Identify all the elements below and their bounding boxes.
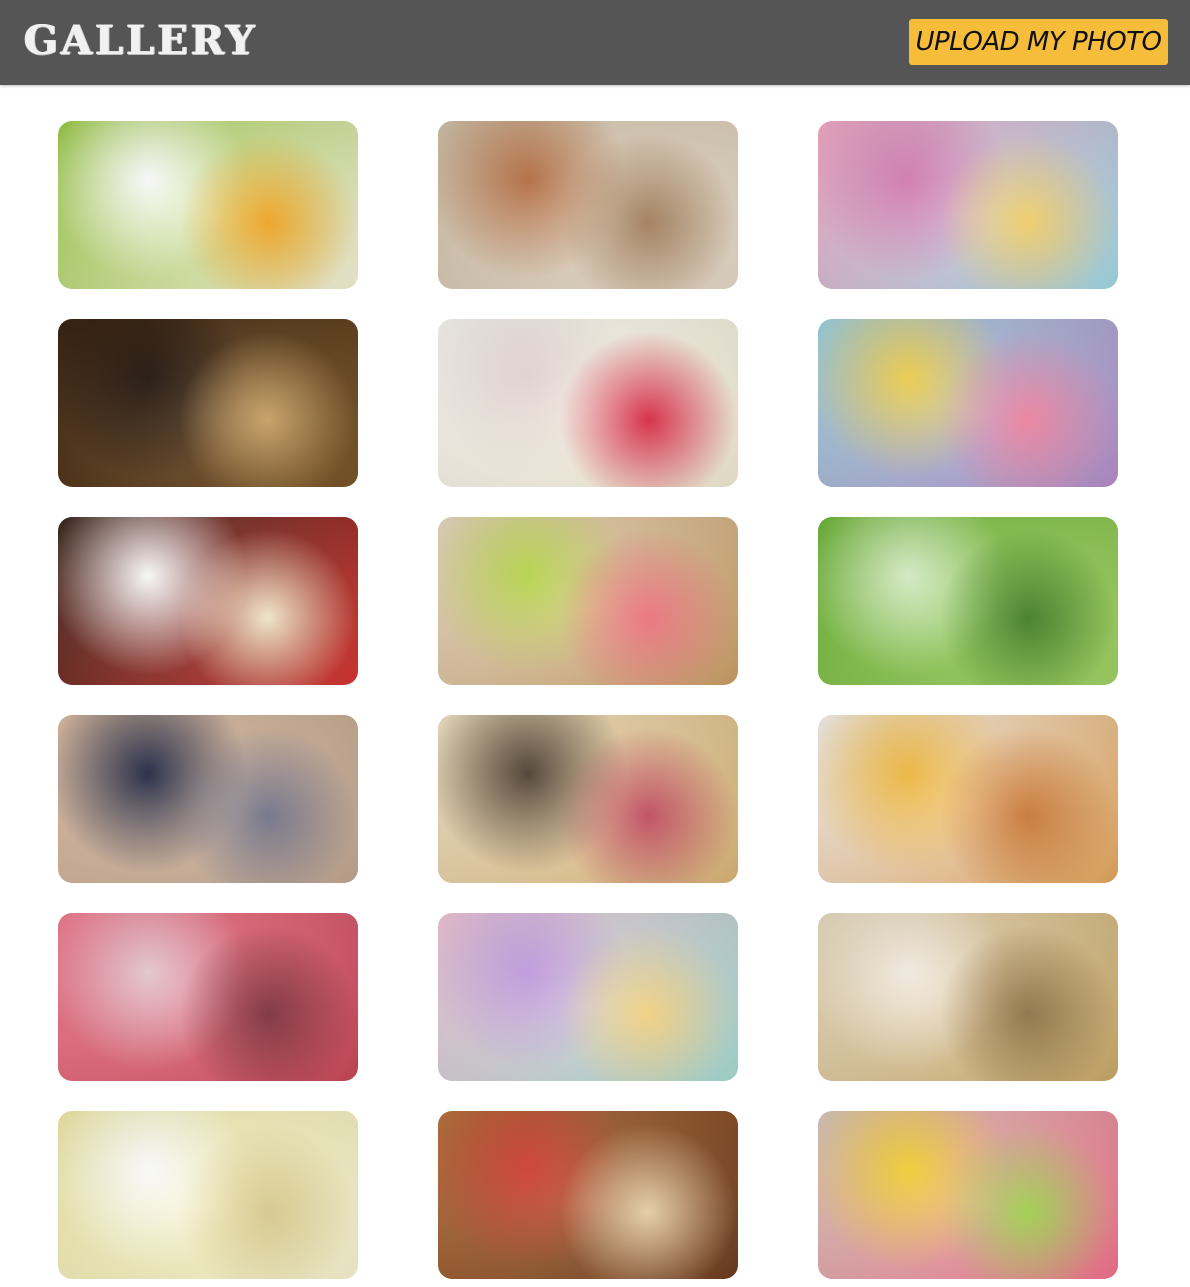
gallery-photo-shaved-ice[interactable] (438, 517, 738, 685)
gallery-grid (58, 121, 1118, 1279)
gallery-photo-dumplings[interactable] (438, 121, 738, 289)
photo-image (818, 715, 1118, 883)
photo-image (58, 913, 358, 1081)
gallery-photo-latte-coffee[interactable] (58, 319, 358, 487)
photo-image (438, 1111, 738, 1279)
photo-image (818, 121, 1118, 289)
photo-image (438, 121, 738, 289)
gallery-photo-panna-cotta-jars[interactable] (58, 121, 358, 289)
gallery-photo-raspberry-macaron-cake[interactable] (58, 913, 358, 1081)
gallery-photo-colorful-macarons[interactable] (438, 913, 738, 1081)
photo-image (818, 913, 1118, 1081)
photo-image (58, 715, 358, 883)
gallery-photo-pudding-jars-hearts[interactable] (58, 1111, 358, 1279)
photo-image (818, 319, 1118, 487)
gallery-photo-fruit-cake[interactable] (438, 715, 738, 883)
photo-image (58, 319, 358, 487)
gallery-logo[interactable]: GALLERY (24, 18, 258, 64)
photo-image (438, 715, 738, 883)
gallery-photo-glass-jar-grass[interactable] (818, 517, 1118, 685)
gallery-photo-macarons-closeup[interactable] (818, 319, 1118, 487)
gallery-photo-pancakes[interactable] (818, 715, 1118, 883)
gallery-photo-ice-cream-raspberries[interactable] (438, 319, 738, 487)
photo-image (438, 517, 738, 685)
gallery-photo-birthday-cake[interactable] (818, 913, 1118, 1081)
upload-photo-button[interactable]: UPLOAD MY PHOTO (909, 19, 1168, 65)
gallery-photo-strawberry-parfait[interactable] (58, 517, 358, 685)
photo-image (58, 517, 358, 685)
photo-image (58, 121, 358, 289)
photo-image (818, 1111, 1118, 1279)
gallery-photo-bottle-necklace[interactable] (58, 715, 358, 883)
gallery-photo-chocolate-cupcake[interactable] (438, 1111, 738, 1279)
photo-image (438, 913, 738, 1081)
gallery-photo-macarons-party[interactable] (818, 121, 1118, 289)
photo-image (438, 319, 738, 487)
photo-image (818, 517, 1118, 685)
photo-image (58, 1111, 358, 1279)
top-bar: GALLERY UPLOAD MY PHOTO (0, 0, 1190, 85)
gallery-photo-macarons-plate[interactable] (818, 1111, 1118, 1279)
